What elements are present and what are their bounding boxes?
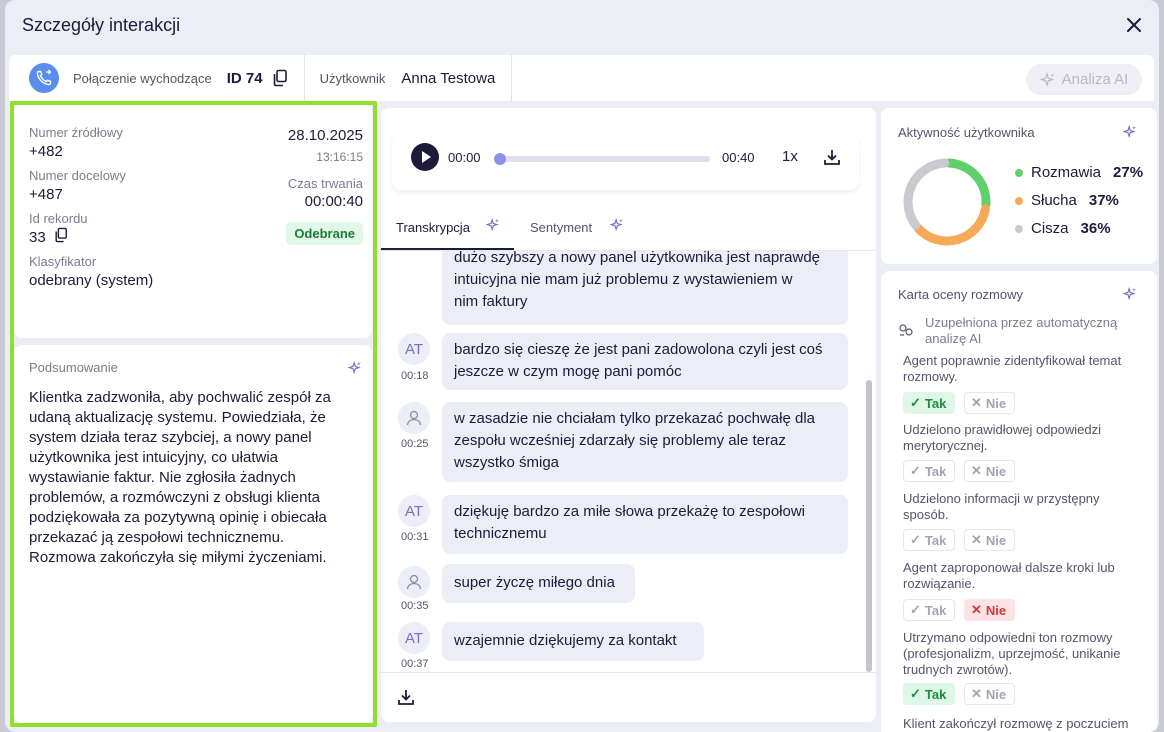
tab-transcription[interactable]: Transkrypcja (396, 220, 470, 235)
question-text: Agent zaproponował dalsze kroki lub rozwi… (903, 560, 1115, 591)
footer-divider (381, 672, 876, 673)
answer-no-button[interactable]: ✕ Nie (964, 529, 1015, 551)
question-text: Udzielono prawidłowej odpowiedzi merytory… (903, 422, 1102, 453)
answer-yes-button[interactable]: ✓ Tak (903, 392, 955, 414)
scorecard-title: Karta oceny rozmowy (898, 287, 1023, 302)
donut-segment-talking (944, 158, 991, 210)
message-time: 00:18 (401, 370, 429, 382)
question-text: Klient zakończył rozmowę z poczuciem (903, 716, 1129, 731)
close-icon[interactable] (1123, 14, 1145, 36)
agent-avatar: AT (398, 495, 430, 527)
download-transcript-icon[interactable] (397, 688, 415, 706)
answer-yes-button[interactable]: ✓ Tak (903, 683, 955, 705)
question-text: Utrzymano odpowiedni ton rozmowy (profesj… (903, 630, 1121, 677)
message-time: 00:37 (401, 658, 429, 670)
progress-handle[interactable] (494, 153, 506, 165)
audio-progress-track[interactable] (494, 153, 710, 165)
play-button[interactable] (411, 143, 439, 171)
download-icon[interactable] (823, 148, 841, 166)
filled-by-note: Uzupełniona przez automatyczną analizę AI (925, 315, 1118, 346)
scorecard-overflow: Klient zakończył rozmowę z poczuciem (881, 712, 1157, 732)
legend-dot (1015, 168, 1023, 177)
user-name: Anna Testowa (401, 69, 496, 87)
selection-outline (10, 101, 377, 727)
divider (303, 55, 305, 101)
call-info-bar: Połączenie wychodzące ID 74 Użytkownik A… (9, 55, 1154, 101)
sparkle-icon (486, 218, 499, 232)
user-label: Użytkownik (319, 70, 386, 86)
agent-avatar: AT (398, 622, 430, 654)
answer-no-button[interactable]: ✕ Nie (964, 599, 1015, 621)
answer-no-button[interactable]: ✕ Nie (964, 392, 1015, 414)
legend-silence: Cisza 36% (1015, 220, 1111, 237)
transcript-list: dużo szybszy a nowy panel użytkownika je… (381, 251, 876, 672)
answer-no-button[interactable]: ✕ Nie (964, 683, 1015, 705)
sparkle-icon (610, 218, 623, 232)
activity-title: Aktywność użytkownika (898, 125, 1035, 140)
donut-segment-silence (903, 158, 950, 230)
sparkle-icon (1123, 125, 1136, 139)
tab-sentiment[interactable]: Sentyment (530, 220, 592, 235)
answer-yes-button[interactable]: ✓ Tak (903, 460, 955, 482)
sparkle-icon (1123, 287, 1136, 301)
answer-yes-button[interactable]: ✓ Tak (903, 599, 955, 621)
transcript-message: w zasadzie nie chciałam tylko przekazać … (442, 402, 848, 482)
sparkle-icon (1039, 71, 1055, 87)
transcript-message: dziękuję bardzo za miłe słowa przekażę t… (442, 495, 848, 554)
question-text: Agent poprawnie zidentyfikował temat rozm… (903, 353, 1122, 384)
message-time: 00:31 (401, 531, 429, 543)
answer-no-button[interactable]: ✕ Nie (964, 460, 1015, 482)
legend-dot (1015, 224, 1023, 233)
current-time: 00:00 (448, 150, 481, 165)
transcript-message: super życzę miłego dnia (442, 564, 635, 603)
ai-analysis-label: Analiza AI (1061, 71, 1129, 88)
playback-speed[interactable]: 1x (782, 148, 798, 165)
legend-talking: Rozmawia 27% (1015, 164, 1143, 181)
answer-yes-button[interactable]: ✓ Tak (903, 529, 955, 551)
interaction-id: ID 74 (226, 69, 263, 87)
call-type-label: Połączenie wychodzące (73, 70, 212, 86)
modal-header: Szczegóły interakcji (5, 0, 1159, 50)
copy-icon[interactable] (272, 69, 288, 87)
audio-player: 00:00 00:40 1x (392, 134, 859, 190)
transcript-scrollbar[interactable] (866, 380, 872, 672)
user-avatar-icon (398, 402, 430, 434)
message-time: 00:25 (401, 438, 429, 450)
legend-dot (1015, 196, 1023, 205)
modal-title: Szczegóły interakcji (22, 14, 181, 35)
activity-donut-chart (903, 158, 991, 246)
agent-avatar: AT (398, 333, 430, 365)
ai-assist-icon (899, 324, 913, 336)
message-time: 00:35 (401, 600, 429, 612)
interaction-details-modal: Szczegóły interakcji Połączenie wychodzą… (5, 0, 1159, 732)
donut-segment-listening (913, 204, 990, 246)
legend-listening: Słucha 37% (1015, 192, 1119, 209)
outgoing-call-icon (29, 63, 59, 93)
ai-analysis-button[interactable]: Analiza AI (1026, 64, 1142, 95)
question-text: Udzielono informacji w przystępny sposób. (903, 491, 1100, 522)
play-icon (422, 151, 431, 163)
total-time: 00:40 (722, 150, 755, 165)
transcript-message: bardzo się cieszę że jest pani zadowolon… (442, 333, 848, 390)
transcript-message: dużo szybszy a nowy panel użytkownika je… (442, 251, 848, 325)
transcript-message: wzajemnie dziękujemy za kontakt (442, 622, 704, 661)
user-avatar-icon (398, 566, 430, 598)
divider (511, 55, 513, 101)
